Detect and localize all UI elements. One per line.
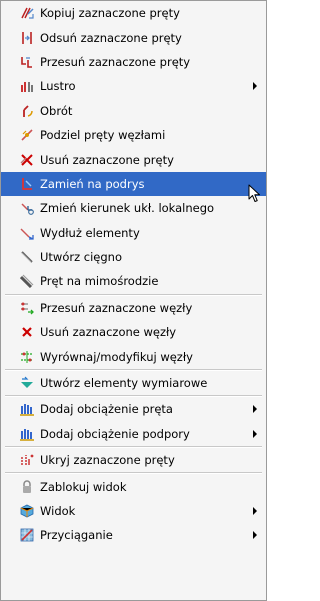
dimension-elements-icon — [20, 376, 34, 390]
menu-item-label: Usuń zaznaczone pręty — [40, 152, 174, 167]
menu-item-label: Zmień kierunek ukł. lokalnego — [40, 201, 215, 216]
submenu-arrow-icon — [253, 531, 257, 540]
align-nodes-icon — [20, 350, 34, 364]
lock-view-icon — [20, 479, 34, 494]
extend-elements-icon — [20, 226, 34, 240]
menu-item-label: Utwórz cięgno — [40, 250, 123, 265]
split-bars-icon — [20, 128, 34, 142]
menu-item-delete-nodes[interactable]: Usuń zaznaczone węzły — [1, 320, 266, 344]
menu-item-label: Widok — [40, 504, 76, 518]
menu-item-offset-bars[interactable]: Odsuń zaznaczone pręty — [1, 25, 266, 49]
menu-item-label: Usuń zaznaczone węzły — [40, 325, 177, 340]
menu-item-create-tendon[interactable]: Utwórz cięgno — [1, 245, 266, 269]
rotate-icon — [20, 104, 34, 118]
copy-bars-icon — [20, 6, 34, 20]
menu-item-label: Podziel pręty węzłami — [40, 128, 166, 143]
view-icon — [20, 504, 34, 518]
submenu-arrow-icon — [253, 82, 257, 91]
snap-icon — [20, 528, 34, 542]
context-menu: Kopiuj zaznaczone pręty Odsuń zaznaczone… — [0, 0, 267, 601]
menu-item-bar-load[interactable]: Dodaj obciążenie pręta — [1, 397, 266, 421]
menu-item-label: Przesuń zaznaczone węzły — [40, 300, 193, 315]
menu-item-label: Zablokuj widok — [40, 479, 127, 494]
menu-item-convert-to-underlay[interactable]: Zamień na podrys — [1, 171, 266, 197]
menu-item-label: Wyrównaj/modyfikuj węzły — [40, 349, 193, 364]
menu-item-label: Ukryj zaznaczone pręty — [40, 453, 175, 468]
menu-item-hide-bars[interactable]: Ukryj zaznaczone pręty — [1, 448, 266, 472]
bar-load-icon — [20, 402, 34, 417]
menu-item-support-load[interactable]: Dodaj obciążenie podpory — [1, 422, 266, 446]
change-local-axis-icon — [20, 201, 34, 216]
hide-bars-icon — [20, 453, 34, 467]
menu-item-extend-elements[interactable]: Wydłuż elementy — [1, 221, 266, 245]
eccentric-bar-icon — [20, 274, 34, 289]
move-bars-icon — [20, 55, 34, 69]
offset-bars-icon — [20, 31, 34, 45]
menu-item-mirror[interactable]: Lustro — [1, 74, 266, 98]
menu-item-label: Dodaj obciążenie podpory — [40, 426, 190, 441]
menu-item-label: Odsuń zaznaczone pręty — [40, 30, 182, 45]
menu-item-eccentric-bar[interactable]: Pręt na mimośrodzie — [1, 269, 266, 293]
menu-item-label: Obrót — [40, 103, 73, 118]
submenu-arrow-icon — [253, 507, 257, 515]
convert-to-underlay-icon — [20, 177, 34, 191]
menu-item-split-bars[interactable]: Podziel pręty węzłami — [1, 123, 266, 147]
menu-item-move-bars[interactable]: Przesuń zaznaczone pręty — [1, 50, 266, 74]
support-load-icon — [20, 427, 34, 441]
menu-item-label: Przesuń zaznaczone pręty — [40, 54, 191, 69]
menu-item-snap[interactable]: Przyciąganie — [1, 523, 266, 547]
mirror-icon — [20, 79, 34, 93]
menu-item-lock-view[interactable]: Zablokuj widok — [1, 474, 266, 498]
menu-item-copy-bars[interactable]: Kopiuj zaznaczone pręty — [1, 1, 266, 25]
menu-item-label: Kopiuj zaznaczone pręty — [40, 6, 180, 21]
menu-item-rotate[interactable]: Obrót — [1, 99, 266, 123]
menu-item-label: Pręt na mimośrodzie — [40, 274, 159, 289]
menu-item-label: Dodaj obciążenie pręta — [40, 402, 173, 417]
create-tendon-icon — [20, 250, 34, 264]
menu-item-view[interactable]: Widok — [1, 499, 266, 523]
submenu-arrow-icon — [253, 405, 257, 414]
mouse-pointer-icon — [248, 184, 262, 204]
menu-item-change-local-axis[interactable]: Zmień kierunek ukł. lokalnego — [1, 196, 266, 220]
menu-item-delete-bars[interactable]: Usuń zaznaczone pręty — [1, 147, 266, 171]
menu-item-label: Wydłuż elementy — [40, 225, 140, 240]
menu-item-label: Lustro — [40, 79, 76, 94]
menu-item-dimension-elements[interactable]: Utwórz elementy wymiarowe — [1, 371, 266, 395]
delete-nodes-icon — [20, 325, 34, 339]
submenu-arrow-icon — [253, 429, 257, 438]
menu-item-align-nodes[interactable]: Wyrównaj/modyfikuj węzły — [1, 344, 266, 368]
move-nodes-icon — [20, 301, 34, 315]
delete-bars-icon — [20, 153, 34, 167]
menu-item-label: Zamień na podrys — [40, 176, 145, 191]
menu-item-move-nodes[interactable]: Przesuń zaznaczone węzły — [1, 296, 266, 320]
menu-item-label: Przyciąganie — [40, 528, 113, 543]
menu-item-label: Utwórz elementy wymiarowe — [40, 376, 208, 391]
